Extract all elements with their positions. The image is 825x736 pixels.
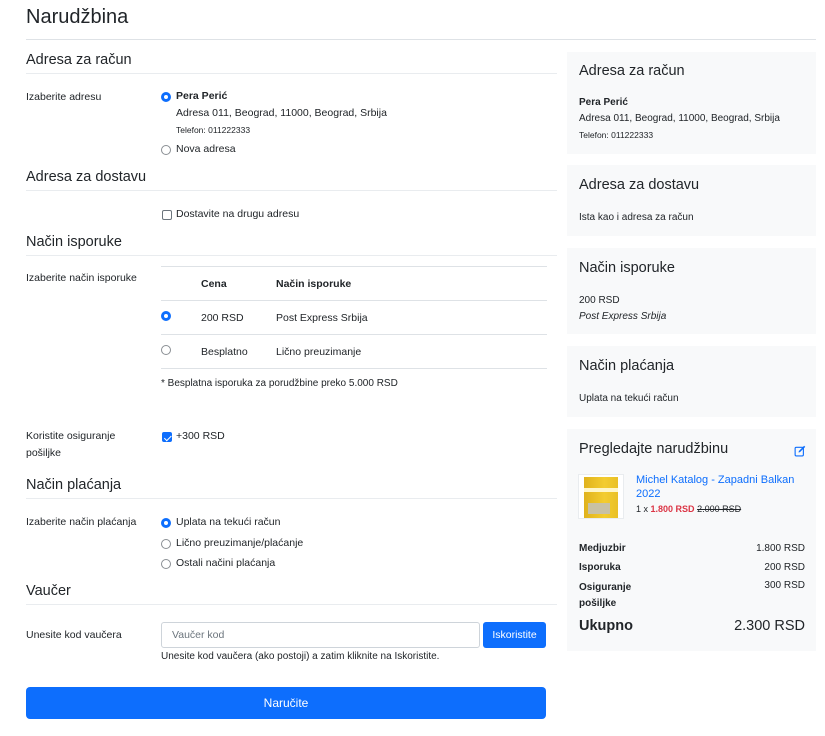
payment-method-label: Izaberite način plaćanja — [26, 516, 137, 528]
voucher-label: Unesite kod vaučera — [26, 629, 122, 641]
edit-icon[interactable] — [794, 445, 806, 457]
price-column-header: Cena — [201, 266, 276, 301]
shipping-table-header: Cena Način isporuke — [161, 266, 547, 301]
summary-billing-name: Pera Perić — [579, 97, 628, 108]
summary-shipping-price: 200 RSD — [579, 295, 620, 306]
shipping-method: Post Express Srbija — [276, 300, 547, 335]
summary-payment-title: Način plaćanja — [579, 358, 675, 374]
payment-option-label: Ostali načini plaćanja — [176, 557, 276, 569]
voucher-input[interactable] — [162, 623, 479, 647]
billing-name: Pera Perić — [176, 90, 228, 102]
payment-option-label: Uplata na tekući račun — [176, 516, 281, 528]
billing-section-title: Adresa za račun — [26, 52, 132, 68]
free-shipping-note: * Besplatna isporuka za porudžbine preko… — [161, 378, 398, 389]
new-address-radio[interactable] — [161, 145, 171, 155]
section-divider — [26, 255, 557, 256]
subtotal-value: 1.800 RSD — [756, 543, 805, 554]
summary-delivery-title: Adresa za dostavu — [579, 177, 700, 193]
product-price-line: 1 x 1.800 RSD 2.000 RSD — [636, 504, 741, 514]
summary-delivery-card — [567, 165, 816, 236]
billing-phone: Telefon: 011222333 — [176, 125, 251, 135]
voucher-help-text: Unesite kod vaučera (ako postoji) a zati… — [161, 651, 440, 662]
shipping-radio-post-express[interactable] — [161, 311, 171, 321]
summary-billing-address: Adresa 011, Beograd, 11000, Beograd, Srb… — [579, 113, 780, 124]
payment-radio-pickup[interactable] — [161, 539, 171, 549]
shipping-method: Lično preuzimanje — [276, 334, 547, 369]
insurance-option-label: +300 RSD — [176, 430, 225, 442]
shipping-table: Cena Način isporuke 200 RSD Post Express… — [161, 266, 547, 369]
summary-payment-text: Uplata na tekući račun — [579, 393, 679, 404]
product-old-price: 2.000 RSD — [697, 504, 742, 514]
billing-address-radio-selected[interactable] — [161, 92, 171, 102]
section-divider — [26, 604, 557, 605]
shipping-price: 200 RSD — [201, 300, 276, 335]
new-address-label: Nova adresa — [176, 143, 236, 155]
summary-payment-card — [567, 346, 816, 417]
different-address-checkbox[interactable] — [162, 210, 172, 220]
summary-shipping-title: Način isporuke — [579, 260, 675, 276]
table-row[interactable]: Besplatno Lično preuzimanje — [161, 334, 547, 369]
product-price: 1.800 RSD — [650, 504, 695, 514]
shipping-radio-pickup[interactable] — [161, 345, 171, 355]
shipping-method-label: Izaberite način isporuke — [26, 272, 137, 284]
insurance-label: Koristite osiguranje pošiljke — [26, 430, 116, 459]
delivery-section-title: Adresa za dostavu — [26, 169, 147, 185]
place-order-button[interactable]: Naručite — [26, 687, 546, 719]
section-divider — [26, 190, 557, 191]
summary-billing-phone: Telefon: 011222333 — [579, 130, 654, 140]
apply-voucher-button[interactable]: Iskoristite — [483, 622, 546, 648]
insurance-cost-value: 300 RSD — [764, 580, 805, 591]
total-label: Ukupno — [579, 618, 633, 634]
title-divider — [26, 39, 816, 40]
different-address-label: Dostavite na drugu adresu — [176, 208, 300, 220]
shipping-price: Besplatno — [201, 334, 276, 369]
summary-shipping-method: Post Express Srbija — [579, 311, 667, 322]
payment-section-title: Način plaćanja — [26, 477, 122, 493]
page-title: Narudžbina — [26, 6, 129, 28]
voucher-section-title: Vaučer — [26, 583, 71, 599]
voucher-field-wrapper — [161, 622, 480, 648]
shipping-cost-label: Isporuka — [579, 562, 621, 573]
method-column-header: Način isporuke — [276, 266, 547, 301]
billing-address-text: Adresa 011, Beograd, 11000, Beograd, Srb… — [176, 107, 387, 119]
shipping-cost-value: 200 RSD — [764, 562, 805, 573]
summary-billing-title: Adresa za račun — [579, 63, 685, 79]
total-value: 2.300 RSD — [734, 618, 805, 634]
summary-review-title: Pregledajte narudžbinu — [579, 441, 729, 457]
subtotal-label: Medjuzbir — [579, 543, 626, 554]
payment-option-label: Lično preuzimanje/plaćanje — [176, 537, 304, 549]
insurance-cost-label: Osiguranje pošiljke — [579, 582, 632, 609]
billing-address-label: Izaberite adresu — [26, 91, 102, 103]
product-qty: 1 x — [636, 504, 649, 514]
table-row[interactable]: 200 RSD Post Express Srbija — [161, 300, 547, 335]
summary-delivery-text: Ista kao i adresa za račun — [579, 212, 694, 223]
payment-radio-bank-transfer[interactable] — [161, 518, 171, 528]
shipping-section-title: Način isporuke — [26, 234, 122, 250]
product-thumbnail[interactable] — [578, 474, 624, 519]
payment-radio-other[interactable] — [161, 559, 171, 569]
section-divider — [26, 73, 557, 74]
section-divider — [26, 498, 557, 499]
insurance-checkbox[interactable] — [162, 432, 172, 442]
product-link[interactable]: Michel Katalog - Zapadni Balkan 2022 — [636, 474, 808, 501]
